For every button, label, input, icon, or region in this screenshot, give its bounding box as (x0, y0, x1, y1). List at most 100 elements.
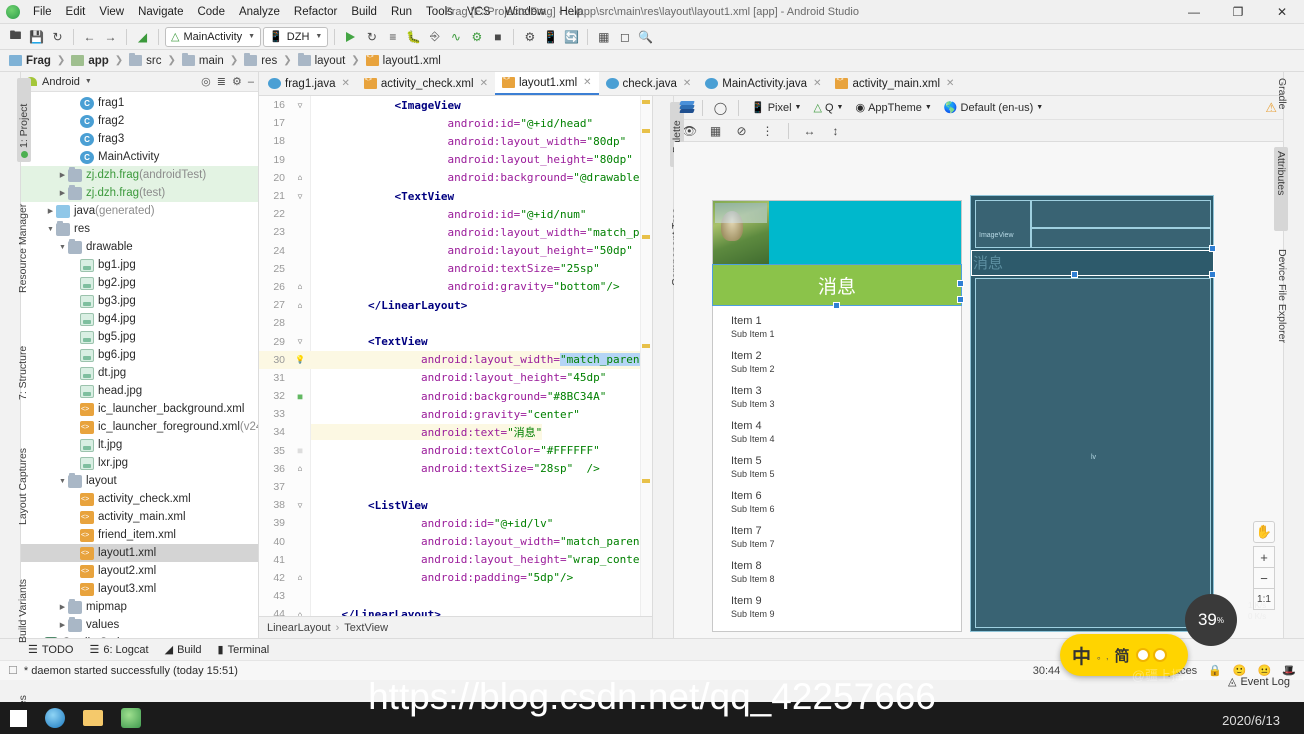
close-button[interactable]: ✕ (1260, 0, 1304, 23)
forward-icon[interactable]: → (101, 27, 120, 46)
tree-node-layout1-xml[interactable]: layout1.xml (21, 544, 258, 562)
build-icon[interactable]: ◢ (133, 27, 152, 46)
close-icon[interactable]: ✕ (480, 78, 488, 89)
code-line[interactable]: 25 android:textSize="25sp" (259, 260, 652, 278)
tree-expand-arrow[interactable]: ▶ (57, 603, 68, 611)
code-line[interactable]: 21 ▽ <TextView (259, 187, 652, 205)
tree-node-bg5-jpg[interactable]: bg5.jpg (21, 328, 258, 346)
grid-icon[interactable]: ▦ (706, 121, 725, 140)
bottom-tab-todo[interactable]: ☰ TODO (28, 643, 73, 656)
tree-node-layout[interactable]: ▼ layout (21, 472, 258, 490)
blueprint-listview[interactable] (975, 278, 1211, 628)
hide-panel-icon[interactable]: – (248, 76, 254, 88)
no-constraints-icon[interactable]: ⊘ (732, 121, 751, 140)
breadcrumb-layout[interactable]: layout (295, 54, 349, 68)
code-line[interactable]: 44 ⌂ </LinearLayout> (259, 605, 652, 616)
tree-node-res[interactable]: ▼ res (21, 220, 258, 238)
selection-handle-right-lower[interactable] (957, 296, 964, 303)
breadcrumb-frag[interactable]: Frag (6, 54, 54, 68)
bottom-tab-6--logcat[interactable]: ☰ 6: Logcat (89, 643, 148, 656)
code-line[interactable]: 41 android:layout_height="wrap_content" (259, 551, 652, 569)
tree-node-friend-item-xml[interactable]: friend_item.xml (21, 526, 258, 544)
tree-node-mipmap[interactable]: ▶ mipmap (21, 598, 258, 616)
preview-title-textview[interactable]: 消息 (713, 265, 961, 305)
editor-tab-frag1-java[interactable]: frag1.java ✕ (261, 72, 357, 95)
align-vertical-icon[interactable]: ↕ (826, 121, 845, 140)
blueprint-numview[interactable] (1031, 200, 1211, 228)
code-line[interactable]: 34 android:text="消息" (259, 423, 652, 441)
tool-tab-attributes[interactable]: Attributes (1274, 147, 1288, 231)
fold-marker-icon[interactable]: ▽ (289, 337, 311, 346)
ime-toggle-dots[interactable] (1136, 648, 1167, 662)
open-icon[interactable]: 🖿 (6, 27, 25, 46)
breadcrumb-res[interactable]: res (241, 54, 280, 68)
pan-hand-icon[interactable]: ✋ (1253, 521, 1275, 543)
blueprint-handle-right-lower[interactable] (1209, 271, 1216, 278)
menu-item-vcs[interactable]: VCS (460, 3, 498, 21)
blueprint-banner[interactable] (1031, 228, 1211, 248)
tree-expand-arrow[interactable]: ▼ (45, 226, 56, 233)
fold-marker-icon[interactable]: 💡 (289, 355, 311, 364)
bottom-tab-terminal[interactable]: ▮ Terminal (218, 643, 270, 656)
fold-marker-icon[interactable]: ■ (289, 392, 311, 401)
network-speed-widget[interactable]: 39 % (1185, 594, 1237, 646)
menu-item-navigate[interactable]: Navigate (131, 3, 190, 21)
tree-expand-arrow[interactable]: ▼ (57, 244, 68, 251)
menu-item-refactor[interactable]: Refactor (287, 3, 344, 21)
preview-list-item[interactable]: Item 7 Sub Item 7 (713, 525, 961, 549)
breadcrumb-main[interactable]: main (179, 54, 227, 68)
tree-node-activity-check-xml[interactable]: activity_check.xml (21, 490, 258, 508)
ime-mode-label[interactable]: 中 (1072, 642, 1091, 669)
rerun-icon[interactable]: ↻ (362, 27, 381, 46)
avd-manager-icon[interactable]: 📱 (541, 27, 560, 46)
editor-tab-activity-main-xml[interactable]: activity_main.xml ✕ (828, 72, 961, 95)
collapse-all-icon[interactable]: ≣ (217, 75, 226, 88)
tree-expand-arrow[interactable]: ▼ (57, 478, 68, 485)
fold-marker-icon[interactable]: ⌂ (289, 301, 311, 310)
fold-marker-icon[interactable]: ⌂ (289, 282, 311, 291)
blueprint-handle-bottom[interactable] (1071, 271, 1078, 278)
fold-marker-icon[interactable]: ⌂ (289, 464, 311, 473)
selection-handle-bottom[interactable] (833, 302, 840, 309)
code-line[interactable]: 43 (259, 587, 652, 605)
project-structure-icon[interactable]: ▦ (594, 27, 613, 46)
tree-expand-arrow[interactable]: ▶ (57, 189, 68, 197)
caret-position[interactable]: 30:44 (1033, 665, 1061, 677)
tree-node-values[interactable]: ▶ values (21, 616, 258, 634)
code-line[interactable]: 36 ⌂ android:textSize="28sp" /> (259, 460, 652, 478)
close-icon[interactable]: ✕ (946, 78, 954, 89)
menu-item-help[interactable]: Help (552, 3, 590, 21)
code-line[interactable]: 24 android:layout_height="50dp" (259, 242, 652, 260)
fold-marker-icon[interactable]: ⌂ (289, 573, 311, 582)
back-icon[interactable]: ← (80, 27, 99, 46)
code-line[interactable]: 33 android:gravity="center" (259, 405, 652, 423)
editor-tab-check-java[interactable]: check.java ✕ (599, 72, 699, 95)
clear-constraints-icon[interactable]: ⋮ (758, 121, 777, 140)
attach-debugger-icon[interactable]: ⎆ (425, 27, 444, 46)
run-tests-icon[interactable]: ⚙ (467, 27, 486, 46)
code-line[interactable]: 23 android:layout_width="match_parent" (259, 223, 652, 241)
preview-list-item[interactable]: Item 1 Sub Item 1 (713, 315, 961, 339)
editor-tab-layout1-xml[interactable]: layout1.xml ✕ (495, 72, 599, 95)
editor-scroll-marks[interactable] (640, 96, 652, 616)
code-line[interactable]: 31 android:layout_height="45dp" (259, 369, 652, 387)
menu-item-tools[interactable]: Tools (419, 3, 460, 21)
bottom-tab-build[interactable]: ◢ Build (165, 643, 202, 656)
fold-marker-icon[interactable]: ▽ (289, 192, 311, 201)
fold-marker-icon[interactable]: ▽ (289, 501, 311, 510)
fold-marker-icon[interactable]: ▽ (289, 101, 311, 110)
menu-item-analyze[interactable]: Analyze (232, 3, 287, 21)
close-icon[interactable]: ✕ (683, 78, 691, 89)
sdk-manager-icon[interactable]: ⚙ (520, 27, 539, 46)
settings-icon[interactable]: ⚙ (232, 75, 242, 88)
blueprint-preview[interactable]: ImageView 消息 lv (970, 195, 1214, 632)
editor-tab-mainactivity-java[interactable]: MainActivity.java ✕ (698, 72, 828, 95)
menu-item-code[interactable]: Code (190, 3, 232, 21)
tree-node-mainactivity[interactable]: MainActivity (21, 148, 258, 166)
maximize-button[interactable]: ❐ (1216, 0, 1260, 23)
editor-tab-activity-check-xml[interactable]: activity_check.xml ✕ (357, 72, 495, 95)
menu-item-run[interactable]: Run (384, 3, 419, 21)
blueprint-handle-right-upper[interactable] (1209, 245, 1216, 252)
code-line[interactable]: 17 android:id="@+id/head" (259, 114, 652, 132)
close-icon[interactable]: ✕ (583, 77, 591, 88)
